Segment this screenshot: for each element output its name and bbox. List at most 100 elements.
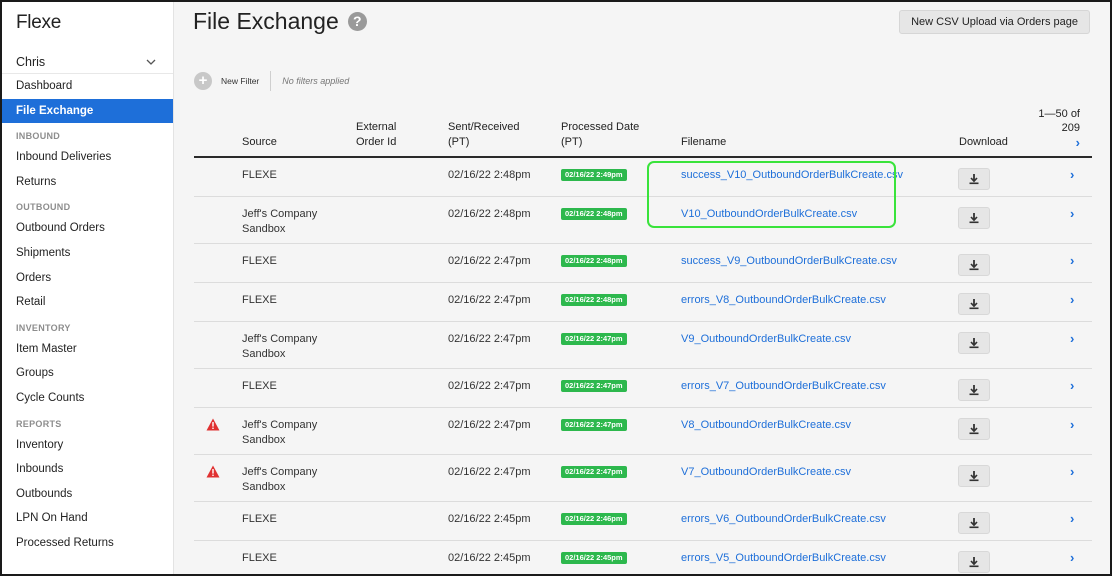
sidebar-item-dashboard[interactable]: Dashboard xyxy=(2,74,173,99)
new-filter-button[interactable]: New Filter xyxy=(221,76,259,86)
page-title: File Exchange ? xyxy=(193,8,367,35)
row-chevron-right-icon[interactable]: › xyxy=(1070,464,1074,479)
col-processed-date: Processed Date (PT) xyxy=(561,121,640,148)
download-button[interactable] xyxy=(958,168,990,190)
row-processed-badge: 02/16/22 2:46pm xyxy=(561,513,627,525)
row-filename-link[interactable]: V10_OutboundOrderBulkCreate.csv xyxy=(681,207,857,222)
row-filename-link[interactable]: errors_V5_OutboundOrderBulkCreate.csv xyxy=(681,551,886,566)
sidebar-item-groups[interactable]: Groups xyxy=(2,361,173,386)
pagination-next-icon[interactable]: › xyxy=(1038,136,1080,150)
row-chevron-right-icon[interactable]: › xyxy=(1070,550,1074,565)
row-filename-link[interactable]: V8_OutboundOrderBulkCreate.csv xyxy=(681,418,851,433)
sidebar-item-orders[interactable]: Orders xyxy=(2,266,173,291)
filter-divider xyxy=(270,71,272,91)
sidebar-section-outbound: OUTBOUND xyxy=(16,202,71,213)
row-filename-link[interactable]: errors_V6_OutboundOrderBulkCreate.csv xyxy=(681,512,886,527)
download-button[interactable] xyxy=(958,254,990,276)
sidebar-item-inbounds[interactable]: Inbounds xyxy=(2,457,173,482)
download-button[interactable] xyxy=(958,551,990,573)
row-sent-received: 02/16/22 2:45pm xyxy=(448,552,531,564)
sidebar-section-reports: REPORTS xyxy=(16,418,62,429)
page-title-text: File Exchange xyxy=(193,8,339,34)
table-row[interactable]: Jeff's Company Sandbox 02/16/22 2:47pm 02/… xyxy=(194,455,1092,502)
sidebar-item-processed-returns[interactable]: Processed Returns xyxy=(2,531,173,556)
row-sent-received: 02/16/22 2:47pm xyxy=(448,294,531,306)
sidebar-item-file-exchange[interactable]: File Exchange xyxy=(2,98,173,124)
filter-status: No filters applied xyxy=(282,76,350,86)
row-source: FLEXE xyxy=(242,169,277,181)
download-button[interactable] xyxy=(958,512,990,534)
sidebar-item-outbounds[interactable]: Outbounds xyxy=(2,482,173,507)
download-icon xyxy=(969,174,979,185)
row-sent-received: 02/16/22 2:47pm xyxy=(448,419,531,431)
download-icon xyxy=(969,338,979,349)
row-sent-received: 02/16/22 2:47pm xyxy=(448,255,531,267)
table-row[interactable]: Jeff's Company Sandbox 02/16/22 2:47pm 02/… xyxy=(194,322,1092,369)
download-button[interactable] xyxy=(958,465,990,487)
download-icon xyxy=(969,471,979,482)
pagination-total: 209 xyxy=(1061,122,1080,134)
row-source: FLEXE xyxy=(242,255,277,267)
col-source: Source xyxy=(242,136,277,148)
row-processed-badge: 02/16/22 2:47pm xyxy=(561,333,627,345)
table-row[interactable]: FLEXE 02/16/22 2:48pm 02/16/22 2:49pm succe… xyxy=(194,158,1092,197)
row-filename-link[interactable]: V9_OutboundOrderBulkCreate.csv xyxy=(681,332,851,347)
sidebar-item-outbound-orders[interactable]: Outbound Orders xyxy=(2,216,173,241)
row-filename-link[interactable]: errors_V7_OutboundOrderBulkCreate.csv xyxy=(681,379,886,394)
table-body: FLEXE 02/16/22 2:48pm 02/16/22 2:49pm succe… xyxy=(194,158,1092,574)
row-chevron-right-icon[interactable]: › xyxy=(1070,292,1074,307)
warning-icon xyxy=(206,465,220,478)
row-chevron-right-icon[interactable]: › xyxy=(1070,417,1074,432)
row-filename-link[interactable]: errors_V8_OutboundOrderBulkCreate.csv xyxy=(681,293,886,308)
row-processed-badge: 02/16/22 2:49pm xyxy=(561,169,627,181)
sidebar-item-returns[interactable]: Returns xyxy=(2,170,173,195)
help-icon[interactable]: ? xyxy=(347,12,367,31)
table-row[interactable]: FLEXE 02/16/22 2:47pm 02/16/22 2:48pm error… xyxy=(194,283,1092,322)
pagination-range: 1—50 of xyxy=(1038,108,1080,120)
sidebar-item-inbound-deliveries[interactable]: Inbound Deliveries xyxy=(2,145,173,170)
row-source: FLEXE xyxy=(242,380,277,392)
table-row[interactable]: Jeff's Company Sandbox 02/16/22 2:48pm 02/… xyxy=(194,197,1092,244)
sidebar-item-shipments[interactable]: Shipments xyxy=(2,241,173,266)
download-button[interactable] xyxy=(958,332,990,354)
download-button[interactable] xyxy=(958,418,990,440)
row-sent-received: 02/16/22 2:48pm xyxy=(448,208,531,220)
table-row[interactable]: FLEXE 02/16/22 2:47pm 02/16/22 2:47pm error… xyxy=(194,369,1092,408)
download-button[interactable] xyxy=(958,379,990,401)
app-window: Flexe Chris Dashboard File Exchange INBO… xyxy=(0,0,1112,576)
table-row[interactable]: FLEXE 02/16/22 2:45pm 02/16/22 2:45pm error… xyxy=(194,541,1092,574)
row-sent-received: 02/16/22 2:47pm xyxy=(448,333,531,345)
sidebar-item-lpn-on-hand[interactable]: LPN On Hand xyxy=(2,506,173,531)
row-chevron-right-icon[interactable]: › xyxy=(1070,331,1074,346)
row-chevron-right-icon[interactable]: › xyxy=(1070,378,1074,393)
row-processed-badge: 02/16/22 2:45pm xyxy=(561,552,627,564)
new-csv-upload-button[interactable]: New CSV Upload via Orders page xyxy=(899,10,1090,34)
table-row[interactable]: FLEXE 02/16/22 2:47pm 02/16/22 2:48pm succe… xyxy=(194,244,1092,283)
sidebar-section-inventory: INVENTORY xyxy=(16,322,71,333)
plus-icon[interactable]: + xyxy=(194,72,212,90)
table-row[interactable]: FLEXE 02/16/22 2:45pm 02/16/22 2:46pm error… xyxy=(194,502,1092,541)
sidebar-item-item-master[interactable]: Item Master xyxy=(2,337,173,362)
sidebar-item-cycle-counts[interactable]: Cycle Counts xyxy=(2,386,173,411)
row-processed-badge: 02/16/22 2:48pm xyxy=(561,208,627,220)
row-chevron-right-icon[interactable]: › xyxy=(1070,167,1074,182)
row-source: FLEXE xyxy=(242,552,277,564)
row-filename-link[interactable]: success_V10_OutboundOrderBulkCreate.csv xyxy=(681,168,903,183)
user-menu[interactable]: Chris xyxy=(2,42,173,74)
table-row[interactable]: Jeff's Company Sandbox 02/16/22 2:47pm 02/… xyxy=(194,408,1092,455)
sidebar-item-retail[interactable]: Retail xyxy=(2,290,173,315)
row-source: Jeff's Company Sandbox xyxy=(242,333,318,360)
row-filename-link[interactable]: V7_OutboundOrderBulkCreate.csv xyxy=(681,465,851,480)
flexe-logo[interactable]: Flexe xyxy=(2,2,173,42)
download-button[interactable] xyxy=(958,293,990,315)
download-button[interactable] xyxy=(958,207,990,229)
row-chevron-right-icon[interactable]: › xyxy=(1070,253,1074,268)
row-filename-link[interactable]: success_V9_OutboundOrderBulkCreate.csv xyxy=(681,254,897,269)
row-source: Jeff's Company Sandbox xyxy=(242,419,318,446)
col-external-order-id: External Order Id xyxy=(356,121,397,148)
row-chevron-right-icon[interactable]: › xyxy=(1070,511,1074,526)
row-source: Jeff's Company Sandbox xyxy=(242,466,318,493)
row-processed-badge: 02/16/22 2:48pm xyxy=(561,255,627,267)
sidebar-item-inventory[interactable]: Inventory xyxy=(2,433,173,458)
row-chevron-right-icon[interactable]: › xyxy=(1070,206,1074,221)
